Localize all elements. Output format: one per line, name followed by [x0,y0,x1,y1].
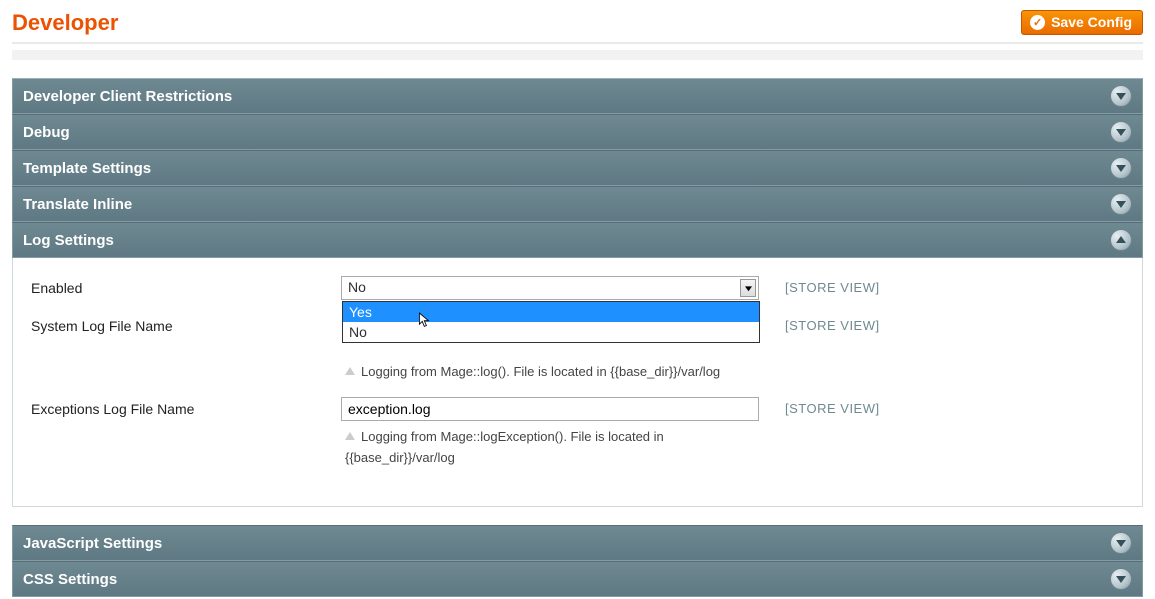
chevron-down-icon [1110,121,1132,143]
divider [12,42,1143,44]
enabled-option-no[interactable]: No [343,322,759,342]
chevron-down-icon [1110,532,1132,554]
label-exception-log: Exceptions Log File Name [31,397,341,483]
hint-system-log: Logging from Mage::log(). File is locate… [341,362,771,383]
enabled-dropdown-list: Yes No [342,301,760,343]
section-log-settings[interactable]: Log Settings [12,222,1143,258]
row-exceptions-log-file-name: Exceptions Log File Name Logging from Ma… [31,397,1124,483]
chevron-up-icon [1110,229,1132,251]
section-title: Debug [23,124,70,141]
section-title: JavaScript Settings [23,535,162,552]
section-title: Template Settings [23,160,151,177]
chevron-down-icon [1110,157,1132,179]
section-title: Translate Inline [23,196,132,213]
row-enabled: Enabled No Yes No [STORE [31,276,1124,314]
section-css-settings[interactable]: CSS Settings [12,561,1143,597]
exception-log-input[interactable] [341,397,759,421]
enabled-select-value: No [348,279,366,295]
triangle-up-icon [345,432,355,440]
section-template-settings[interactable]: Template Settings [12,150,1143,186]
divider-thick [12,50,1143,60]
log-settings-panel: Enabled No Yes No [STORE [12,258,1143,507]
section-title: Developer Client Restrictions [23,88,232,105]
scope-enabled: [STORE VIEW] [771,276,1124,314]
section-translate-inline[interactable]: Translate Inline [12,186,1143,222]
section-javascript-settings[interactable]: JavaScript Settings [12,525,1143,561]
triangle-up-icon [345,367,355,375]
check-circle-icon: ✓ [1030,15,1045,30]
chevron-down-icon [1110,568,1132,590]
scope-exception-log: [STORE VIEW] [771,397,1124,483]
section-title: CSS Settings [23,571,117,588]
enabled-option-yes[interactable]: Yes [343,302,759,322]
enabled-select[interactable]: No Yes No [341,276,759,300]
page-title: Developer [12,10,118,36]
page-header: Developer ✓ Save Config [12,10,1143,36]
scope-system-log: [STORE VIEW] [771,314,1124,397]
section-developer-client-restrictions[interactable]: Developer Client Restrictions [12,78,1143,114]
section-title: Log Settings [23,232,114,249]
hint-exception-log: Logging from Mage::logException(). File … [341,427,771,469]
spacer [12,507,1143,525]
section-debug[interactable]: Debug [12,114,1143,150]
chevron-down-icon [1110,85,1132,107]
chevron-down-icon [1110,193,1132,215]
label-system-log: System Log File Name [31,314,341,397]
save-config-button[interactable]: ✓ Save Config [1021,10,1143,35]
save-config-label: Save Config [1051,14,1132,30]
dropdown-arrow-icon [740,279,756,297]
label-enabled: Enabled [31,276,341,314]
